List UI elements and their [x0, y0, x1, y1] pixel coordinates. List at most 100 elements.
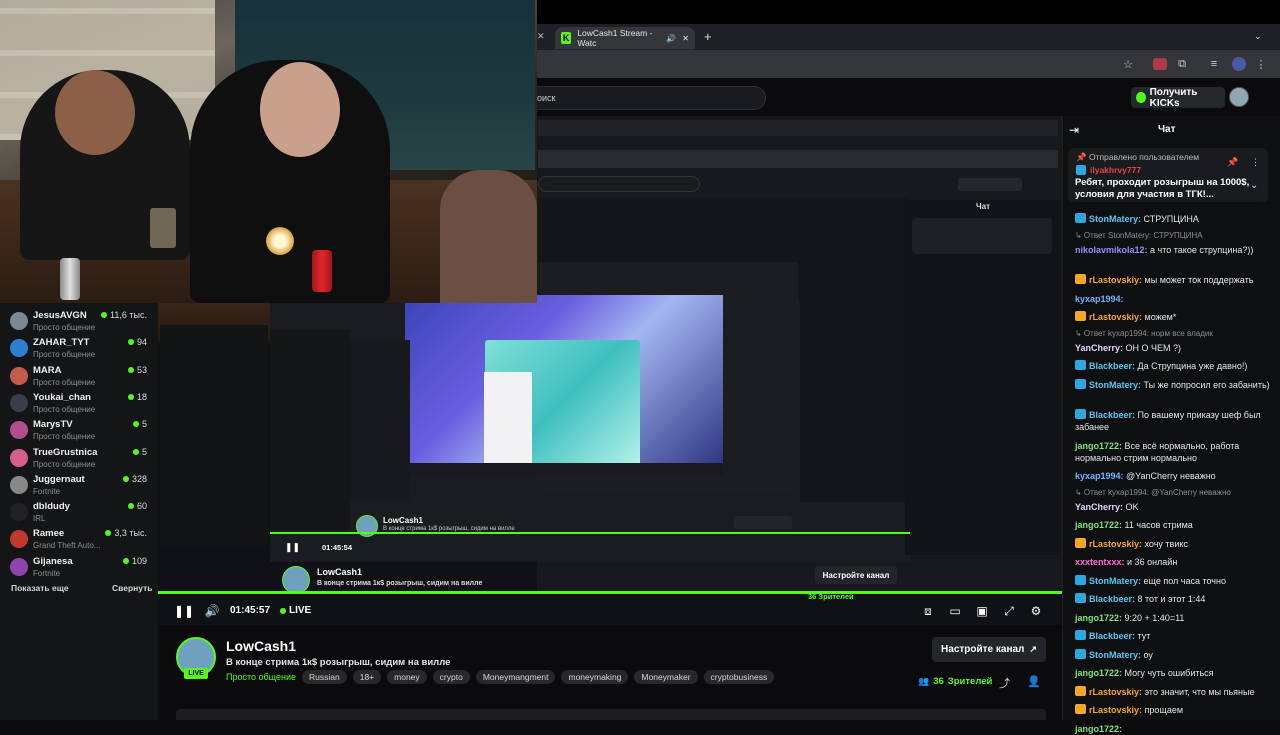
- nested-search: [538, 176, 700, 192]
- chat-username[interactable]: rLastovskiy:: [1089, 687, 1142, 697]
- chat-username[interactable]: rLastovskiy:: [1089, 539, 1142, 549]
- stream-tag[interactable]: crypto: [432, 670, 470, 684]
- live-dot-icon: [122, 557, 129, 564]
- pinned-expand-icon[interactable]: ⌄: [1250, 180, 1258, 191]
- channel-category: Просто общение: [33, 404, 96, 414]
- chat-username[interactable]: kyxap1994:: [1075, 471, 1124, 481]
- show-more-link[interactable]: Показать еще: [11, 583, 69, 593]
- chat-username[interactable]: Blackbeer:: [1089, 594, 1135, 604]
- sidebar-channel[interactable]: Youkai_chan Просто общение 18: [10, 390, 150, 417]
- pinned-user[interactable]: ilyakhrvy777: [1090, 165, 1141, 175]
- stream-tag[interactable]: Moneymangment: [475, 670, 556, 684]
- menu-dots-icon[interactable]: ⋮: [1254, 57, 1268, 71]
- cam-can-2: [60, 258, 80, 300]
- stream-category[interactable]: Просто общение: [226, 672, 296, 682]
- streamer-name[interactable]: LowCash1: [226, 638, 296, 654]
- pinned-menu-icon[interactable]: ⋮: [1251, 157, 1260, 168]
- sidebar-channel[interactable]: Ramee Grand Theft Auto... 3,3 тыс.: [10, 526, 150, 553]
- chat-username[interactable]: jango1722:: [1075, 520, 1122, 530]
- pinned-label: 📌 Отправлено пользователем: [1076, 152, 1200, 162]
- window-chevron-icon[interactable]: ⌄: [1254, 31, 1262, 42]
- fullscreen-icon[interactable]: ⤢: [1001, 603, 1017, 619]
- theater-icon[interactable]: ▭: [947, 603, 963, 619]
- user-badge-icon: [1075, 213, 1086, 223]
- webcam-overlay: [0, 0, 537, 303]
- cam-head-center: [260, 62, 340, 157]
- chat-username[interactable]: kyxap1994:: [1075, 294, 1124, 304]
- star-icon[interactable]: ☆: [1121, 57, 1135, 71]
- stream-tag[interactable]: moneymaking: [561, 670, 629, 684]
- chat-username[interactable]: rLastovskiy:: [1089, 312, 1142, 322]
- stream-tag[interactable]: cryptobusiness: [703, 670, 775, 684]
- chat-username[interactable]: jango1722:: [1075, 613, 1122, 623]
- volume-icon[interactable]: 🔊: [204, 603, 220, 619]
- chat-username[interactable]: StonMatery:: [1089, 650, 1141, 660]
- pin-icon[interactable]: 📌: [1227, 157, 1238, 168]
- chat-username[interactable]: YanCherry:: [1075, 343, 1123, 353]
- extension-icon[interactable]: [1153, 58, 1167, 70]
- stream-tag[interactable]: money: [387, 670, 427, 684]
- settings-gear-icon[interactable]: ⚙: [1028, 603, 1044, 619]
- chat-username[interactable]: StonMatery:: [1089, 576, 1141, 586]
- pause-icon[interactable]: ❚❚: [174, 603, 194, 619]
- setup-channel-button[interactable]: Настройте канал ↗: [932, 637, 1046, 662]
- channel-viewers: 18: [127, 392, 147, 402]
- chat-message: xxxtentxxx: и 36 онлайн: [1075, 556, 1273, 568]
- share-icon[interactable]: ⤴: [999, 675, 1010, 691]
- sidebar-channel[interactable]: TrueGrustnica Просто общение 5: [10, 445, 150, 472]
- chat-username[interactable]: StonMatery:: [1089, 214, 1141, 224]
- get-kicks-button[interactable]: Получить KICKs: [1131, 87, 1225, 109]
- chat-username[interactable]: Blackbeer:: [1089, 631, 1135, 641]
- new-tab-button[interactable]: +: [704, 29, 712, 44]
- user-badge-icon: [1075, 311, 1086, 321]
- channel-avatar: [10, 366, 28, 385]
- user-avatar[interactable]: [1229, 87, 1249, 107]
- puzzle-icon[interactable]: ⧉: [1175, 57, 1189, 71]
- media-icon[interactable]: ≡: [1207, 57, 1221, 71]
- sidebar-channel[interactable]: Gijanesa Fortnite 109: [10, 554, 150, 581]
- address-bar[interactable]: [537, 50, 1280, 78]
- chat-collapse-icon[interactable]: ⇥: [1069, 123, 1079, 137]
- chat-username[interactable]: xxxtentxxx:: [1075, 557, 1125, 567]
- chat-username[interactable]: jango1722:: [1075, 724, 1122, 734]
- channel-viewers: 11,6 тыс.: [101, 310, 147, 320]
- chat-username[interactable]: rLastovskiy:: [1089, 275, 1142, 285]
- nested-avatar-2: [282, 566, 310, 594]
- live-label: LIVE: [289, 605, 312, 616]
- tab-close-icon[interactable]: ✕: [682, 34, 689, 43]
- channel-avatar: [10, 312, 28, 330]
- collapse-link[interactable]: Свернуть: [112, 583, 153, 593]
- follow-icon[interactable]: 👤: [1027, 675, 1041, 688]
- sidebar-channel[interactable]: dbldudy IRL 60: [10, 499, 150, 526]
- sidebar-channel[interactable]: MarysTV Просто общение 5: [10, 417, 150, 444]
- chat-username[interactable]: jango1722:: [1075, 441, 1122, 451]
- chat-message: jango1722:: [1075, 723, 1273, 735]
- chat-username[interactable]: StonMatery:: [1089, 380, 1141, 390]
- browser-tab[interactable]: K LowCash1 Stream - Watc 🔊 ✕: [555, 27, 695, 49]
- sidebar-channel[interactable]: MARA Просто общение 53: [10, 363, 150, 390]
- pip-icon[interactable]: ▣: [974, 603, 990, 619]
- prev-tab-close-icon[interactable]: ✕: [537, 31, 545, 42]
- clip-icon[interactable]: ⧈: [920, 603, 936, 619]
- chat-username[interactable]: Blackbeer:: [1089, 410, 1135, 420]
- nested-pinned: [912, 218, 1052, 254]
- stream-tag[interactable]: 18+: [352, 670, 382, 684]
- chat-message: rLastovskiy: прощаем: [1075, 704, 1273, 716]
- chat-username[interactable]: YanCherry:: [1075, 502, 1123, 512]
- user-badge-icon: [1075, 685, 1086, 696]
- sidebar-channel[interactable]: JesusAVGN Просто общение 11,6 тыс.: [10, 308, 150, 335]
- chat-username[interactable]: rLastovskiy:: [1089, 705, 1142, 715]
- sidebar-channel[interactable]: Juggernaut Fortnite 328: [10, 472, 150, 499]
- sidebar-channel[interactable]: ZAHAR_TYT Просто общение 94: [10, 335, 150, 362]
- chat-text: и 36 онлайн: [1124, 557, 1178, 567]
- tab-audio-icon[interactable]: 🔊: [666, 34, 676, 43]
- stream-tag[interactable]: Moneymaker: [634, 670, 698, 684]
- profile-avatar[interactable]: [1232, 57, 1246, 71]
- stream-tag[interactable]: Russian: [302, 670, 347, 684]
- channel-avatar: [10, 339, 28, 358]
- search-input[interactable]: оиск: [520, 86, 766, 110]
- chat-username[interactable]: jango1722:: [1075, 668, 1122, 678]
- chat-username[interactable]: nikolavmikola12:: [1075, 245, 1148, 255]
- stream-title: В конце стрима 1к$ розыгрыш, сидим на ви…: [226, 657, 451, 668]
- chat-username[interactable]: Blackbeer:: [1089, 361, 1135, 371]
